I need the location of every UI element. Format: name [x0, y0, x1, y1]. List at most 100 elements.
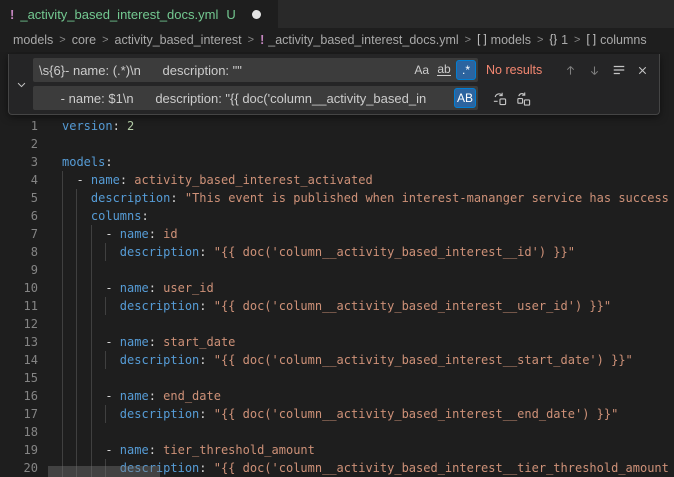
code-line[interactable]: 9	[0, 261, 674, 279]
breadcrumb-separator: >	[248, 34, 254, 46]
code-line[interactable]: 6 columns:	[0, 207, 674, 225]
code-line[interactable]: 16 - name: end_date	[0, 387, 674, 405]
breadcrumb-label: columns	[600, 33, 647, 47]
editor[interactable]: 1version: 223models:4 - name: activity_b…	[0, 52, 674, 477]
line-number: 9	[0, 261, 38, 279]
line-number: 1	[0, 117, 38, 135]
symbol-array-icon: [ ]	[477, 34, 487, 46]
code-text: - name: user_id	[62, 279, 214, 297]
breadcrumb-item-activity_based_interest[interactable]: activity_based_interest	[115, 33, 242, 47]
previous-match-button[interactable]	[560, 60, 581, 81]
breadcrumb-separator: >	[59, 34, 65, 46]
breadcrumb-item-columns[interactable]: [ ]columns	[586, 33, 646, 47]
code-text: - name: end_date	[62, 387, 221, 405]
line-number: 8	[0, 243, 38, 261]
tab-title: _activity_based_interest_docs.yml	[20, 7, 218, 22]
code-line[interactable]: 17 description: "{{ doc('column__activit…	[0, 405, 674, 423]
preserve-case-button[interactable]: AB	[454, 88, 476, 108]
breadcrumb-label: models	[13, 33, 53, 47]
indent-guide	[91, 369, 92, 387]
code-text: description: "This event is published wh…	[62, 189, 669, 207]
breadcrumb-item-models[interactable]: [ ] models	[477, 33, 531, 47]
code-line[interactable]: 10 - name: user_id	[0, 279, 674, 297]
find-replace-widget: \s{6}- name: (.*)\n description: "" Aa a…	[8, 54, 660, 115]
code-line[interactable]: 7 - name: id	[0, 225, 674, 243]
breadcrumb-separator: >	[537, 34, 543, 46]
code-line[interactable]: 18	[0, 423, 674, 441]
replace-all-button[interactable]	[513, 88, 534, 109]
line-number: 20	[0, 459, 38, 477]
indent-guide	[62, 261, 63, 279]
code-line[interactable]: 1version: 2	[0, 117, 674, 135]
code-text: description: "{{ doc('column__activity_b…	[62, 405, 618, 423]
git-status-badge: U	[226, 7, 235, 22]
breadcrumb-item-_activity_based_interest_docs.yml[interactable]: ! _activity_based_interest_docs.yml	[260, 33, 459, 47]
code-line[interactable]: 11 description: "{{ doc('column__activit…	[0, 297, 674, 315]
code-text: - name: activity_based_interest_activate…	[62, 171, 373, 189]
arrow-down-icon	[588, 64, 601, 77]
replace-input[interactable]: - name: $1\n description: "{{ doc('colum…	[33, 86, 478, 110]
whole-word-button[interactable]: ab	[434, 60, 454, 80]
breadcrumb-separator: >	[465, 34, 471, 46]
yaml-file-icon: !	[260, 33, 264, 47]
toggle-replace-button[interactable]	[9, 58, 33, 110]
indent-guide	[91, 261, 92, 279]
replace-input-value: - name: $1\n description: "{{ doc('colum…	[39, 91, 452, 106]
replace-button[interactable]	[489, 88, 510, 109]
line-number: 17	[0, 405, 38, 423]
code-text: - name: start_date	[62, 333, 235, 351]
line-number: 12	[0, 315, 38, 333]
code-text: models:	[62, 153, 113, 171]
find-in-selection-button[interactable]	[608, 60, 629, 81]
code-text: columns:	[62, 207, 149, 225]
breadcrumb-separator: >	[102, 34, 108, 46]
code-line[interactable]: 8 description: "{{ doc('column__activity…	[0, 243, 674, 261]
line-number: 10	[0, 279, 38, 297]
indent-guide	[91, 315, 92, 333]
line-number: 4	[0, 171, 38, 189]
indent-guide	[76, 261, 77, 279]
line-number: 19	[0, 441, 38, 459]
next-match-button[interactable]	[584, 60, 605, 81]
line-number: 15	[0, 369, 38, 387]
breadcrumb-label: activity_based_interest	[115, 33, 242, 47]
code-line[interactable]: 4 - name: activity_based_interest_activa…	[0, 171, 674, 189]
code-line[interactable]: 15	[0, 369, 674, 387]
close-icon	[636, 64, 649, 77]
code-line[interactable]: 13 - name: start_date	[0, 333, 674, 351]
indent-guide	[62, 369, 63, 387]
match-case-button[interactable]: Aa	[411, 60, 432, 80]
code-text: description: "{{ doc('column__activity_b…	[62, 243, 575, 261]
code-lines: 1version: 223models:4 - name: activity_b…	[0, 117, 674, 477]
breadcrumb-item-models[interactable]: models	[13, 33, 53, 47]
indent-guide	[62, 315, 63, 333]
code-line[interactable]: 19 - name: tier_threshold_amount	[0, 441, 674, 459]
code-line[interactable]: 12	[0, 315, 674, 333]
line-number: 13	[0, 333, 38, 351]
code-line[interactable]: 3models:	[0, 153, 674, 171]
close-find-widget-button[interactable]	[632, 60, 653, 81]
find-input[interactable]: \s{6}- name: (.*)\n description: "" Aa a…	[33, 58, 478, 82]
indent-guide	[62, 423, 63, 441]
horizontal-scrollbar[interactable]	[48, 466, 160, 477]
code-text: description: "{{ doc('column__activity_b…	[62, 351, 633, 369]
line-number: 16	[0, 387, 38, 405]
breadcrumb-label: models	[491, 33, 531, 47]
breadcrumb-separator: >	[574, 34, 580, 46]
line-number: 7	[0, 225, 38, 243]
unsaved-changes-dot-icon[interactable]	[252, 10, 261, 19]
breadcrumb-item-1[interactable]: {}1	[549, 33, 568, 47]
line-number: 14	[0, 351, 38, 369]
yaml-file-icon: !	[10, 7, 14, 22]
code-line[interactable]: 5 description: "This event is published …	[0, 189, 674, 207]
code-line[interactable]: 2	[0, 135, 674, 153]
breadcrumb-label: _activity_based_interest_docs.yml	[268, 33, 458, 47]
regex-button[interactable]: .*	[456, 60, 476, 80]
code-line[interactable]: 14 description: "{{ doc('column__activit…	[0, 351, 674, 369]
breadcrumb-item-core[interactable]: core	[72, 33, 96, 47]
find-input-value: \s{6}- name: (.*)\n description: ""	[39, 63, 409, 78]
chevron-down-icon	[16, 79, 27, 90]
replace-row: - name: $1\n description: "{{ doc('colum…	[33, 86, 653, 110]
breadcrumb-label: core	[72, 33, 96, 47]
tab-activity-based-interest-docs[interactable]: ! _activity_based_interest_docs.yml U	[0, 0, 278, 28]
